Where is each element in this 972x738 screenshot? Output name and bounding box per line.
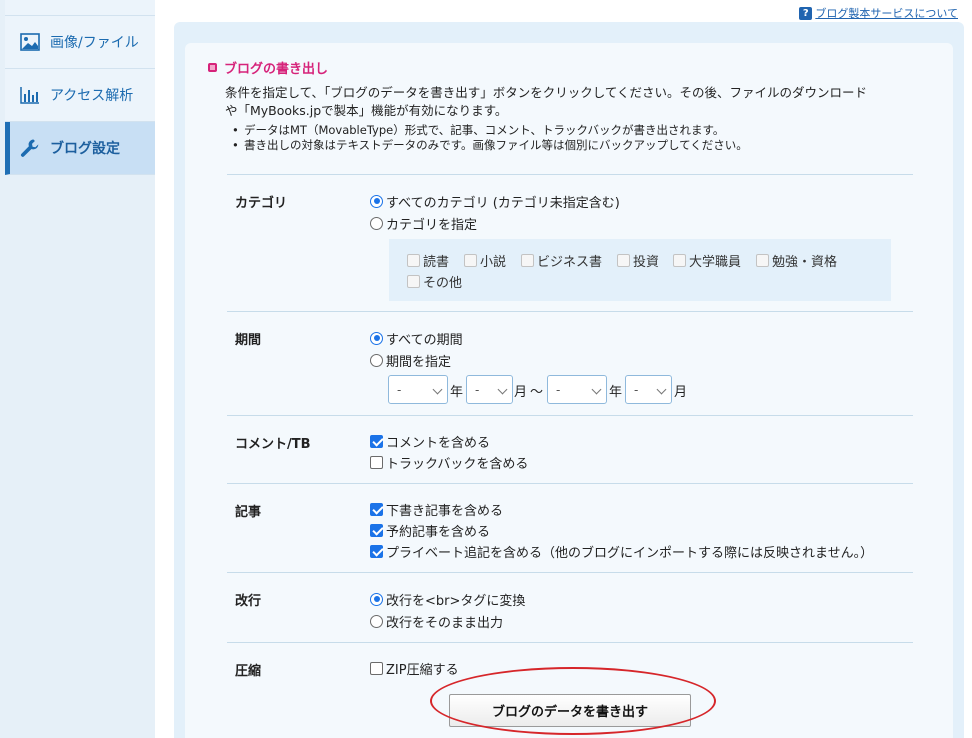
wrench-icon [19, 137, 41, 159]
unit-year: 年 [450, 385, 464, 400]
comment-tb-label: コメント/TB [235, 437, 311, 452]
checkbox-unchecked[interactable] [370, 661, 383, 675]
square-bullet-icon [208, 63, 217, 72]
start-year-select[interactable]: - [388, 375, 448, 404]
end-month-select[interactable]: - [625, 375, 672, 404]
checkbox-unchecked[interactable] [370, 455, 383, 469]
convert-br-radio[interactable]: 改行を<br>タグに変換 [370, 590, 525, 609]
notes-list: データはMT（MovableType）形式で、記事、コメント、トラックバックが書… [232, 123, 748, 153]
period-specify-radio[interactable]: 期間を指定 [370, 351, 451, 370]
category-option[interactable]: 勉強・資格 [756, 251, 837, 270]
zip-compress-checkbox[interactable]: ZIP圧縮する [370, 659, 459, 678]
period-all-radio[interactable]: すべての期間 [370, 329, 463, 348]
category-all-radio[interactable]: すべてのカテゴリ (カテゴリ未指定含む) [370, 192, 620, 211]
category-option[interactable]: 投資 [617, 251, 659, 270]
sidebar: 画像/ファイル アクセス解析 ブログ設定 [0, 0, 155, 738]
image-icon [19, 31, 41, 53]
sidebar-item-blog-settings[interactable]: ブログ設定 [5, 122, 155, 175]
category-option[interactable]: 読書 [407, 251, 449, 270]
checkbox-disabled[interactable] [617, 254, 630, 267]
include-scheduled-checkbox[interactable]: 予約記事を含める [370, 521, 490, 540]
checkbox-disabled[interactable] [521, 254, 534, 267]
checkbox-disabled[interactable] [756, 254, 769, 267]
checkbox-disabled[interactable] [407, 275, 420, 288]
divider [227, 415, 913, 416]
radio-checked[interactable] [370, 592, 383, 606]
radio-unchecked[interactable] [370, 216, 383, 230]
include-trackbacks-checkbox[interactable]: トラックバックを含める [370, 453, 528, 472]
category-options-box [389, 239, 891, 301]
category-specify-radio[interactable]: カテゴリを指定 [370, 214, 477, 233]
help-link[interactable]: ? ブログ製本サービスについて [799, 5, 958, 21]
question-icon: ? [799, 6, 813, 20]
divider [227, 311, 913, 312]
category-option[interactable]: 大学職員 [673, 251, 741, 270]
divider [227, 483, 913, 484]
section-description: 条件を指定して、「ブログのデータを書き出す」ボタンをクリックしてください。その後… [225, 85, 868, 118]
range-tilde: 〜 [530, 385, 544, 400]
radio-checked[interactable] [370, 331, 383, 345]
start-month-select[interactable]: - [466, 375, 513, 404]
radio-unchecked[interactable] [370, 614, 383, 628]
checkbox-disabled[interactable] [464, 254, 477, 267]
bar-chart-icon [19, 84, 41, 106]
checkbox-checked[interactable] [370, 544, 383, 558]
sidebar-item-label: 画像/ファイル [50, 35, 139, 51]
chevron-down-icon [432, 384, 443, 395]
sidebar-item-images[interactable]: 画像/ファイル [5, 16, 155, 69]
include-drafts-checkbox[interactable]: 下書き記事を含める [370, 500, 503, 519]
compress-label: 圧縮 [235, 664, 262, 679]
category-label: カテゴリ [235, 196, 288, 211]
chevron-down-icon [497, 384, 508, 395]
checkbox-disabled[interactable] [407, 254, 420, 267]
list-item: データはMT（MovableType）形式で、記事、コメント、トラックバックが書… [232, 123, 748, 138]
radio-unchecked[interactable] [370, 353, 383, 367]
category-option[interactable]: その他 [407, 272, 462, 291]
chevron-down-icon [656, 384, 667, 395]
category-option[interactable]: 小説 [464, 251, 506, 270]
export-blog-data-button[interactable]: ブログのデータを書き出す [449, 694, 691, 727]
unit-month: 月 [674, 385, 688, 400]
chevron-down-icon [591, 384, 602, 395]
unit-month: 月 [514, 385, 528, 400]
checkbox-checked[interactable] [370, 502, 383, 516]
linebreak-label: 改行 [235, 594, 262, 609]
checkbox-checked[interactable] [370, 434, 383, 448]
sidebar-item-analytics[interactable]: アクセス解析 [5, 69, 155, 122]
period-label: 期間 [235, 333, 262, 348]
sidebar-item-top[interactable] [5, 0, 155, 16]
end-year-select[interactable]: - [547, 375, 607, 404]
include-comments-checkbox[interactable]: コメントを含める [370, 432, 490, 451]
sidebar-item-label: ブログ設定 [50, 141, 120, 157]
divider [227, 572, 913, 573]
unit-year: 年 [609, 385, 623, 400]
checkbox-checked[interactable] [370, 523, 383, 537]
keep-linebreak-radio[interactable]: 改行をそのまま出力 [370, 612, 503, 631]
list-item: 書き出しの対象はテキストデータのみです。画像ファイル等は個別にバックアップしてく… [232, 138, 748, 153]
checkbox-disabled[interactable] [673, 254, 686, 267]
category-option[interactable]: ビジネス書 [521, 251, 602, 270]
section-title: ブログの書き出し [208, 58, 328, 77]
sidebar-item-label: アクセス解析 [50, 88, 134, 104]
articles-label: 記事 [235, 505, 262, 520]
radio-checked[interactable] [370, 194, 383, 208]
divider [227, 174, 913, 175]
divider [227, 642, 913, 643]
include-private-checkbox[interactable]: プライベート追記を含める（他のブログにインポートする際には反映されません。） [370, 542, 873, 561]
